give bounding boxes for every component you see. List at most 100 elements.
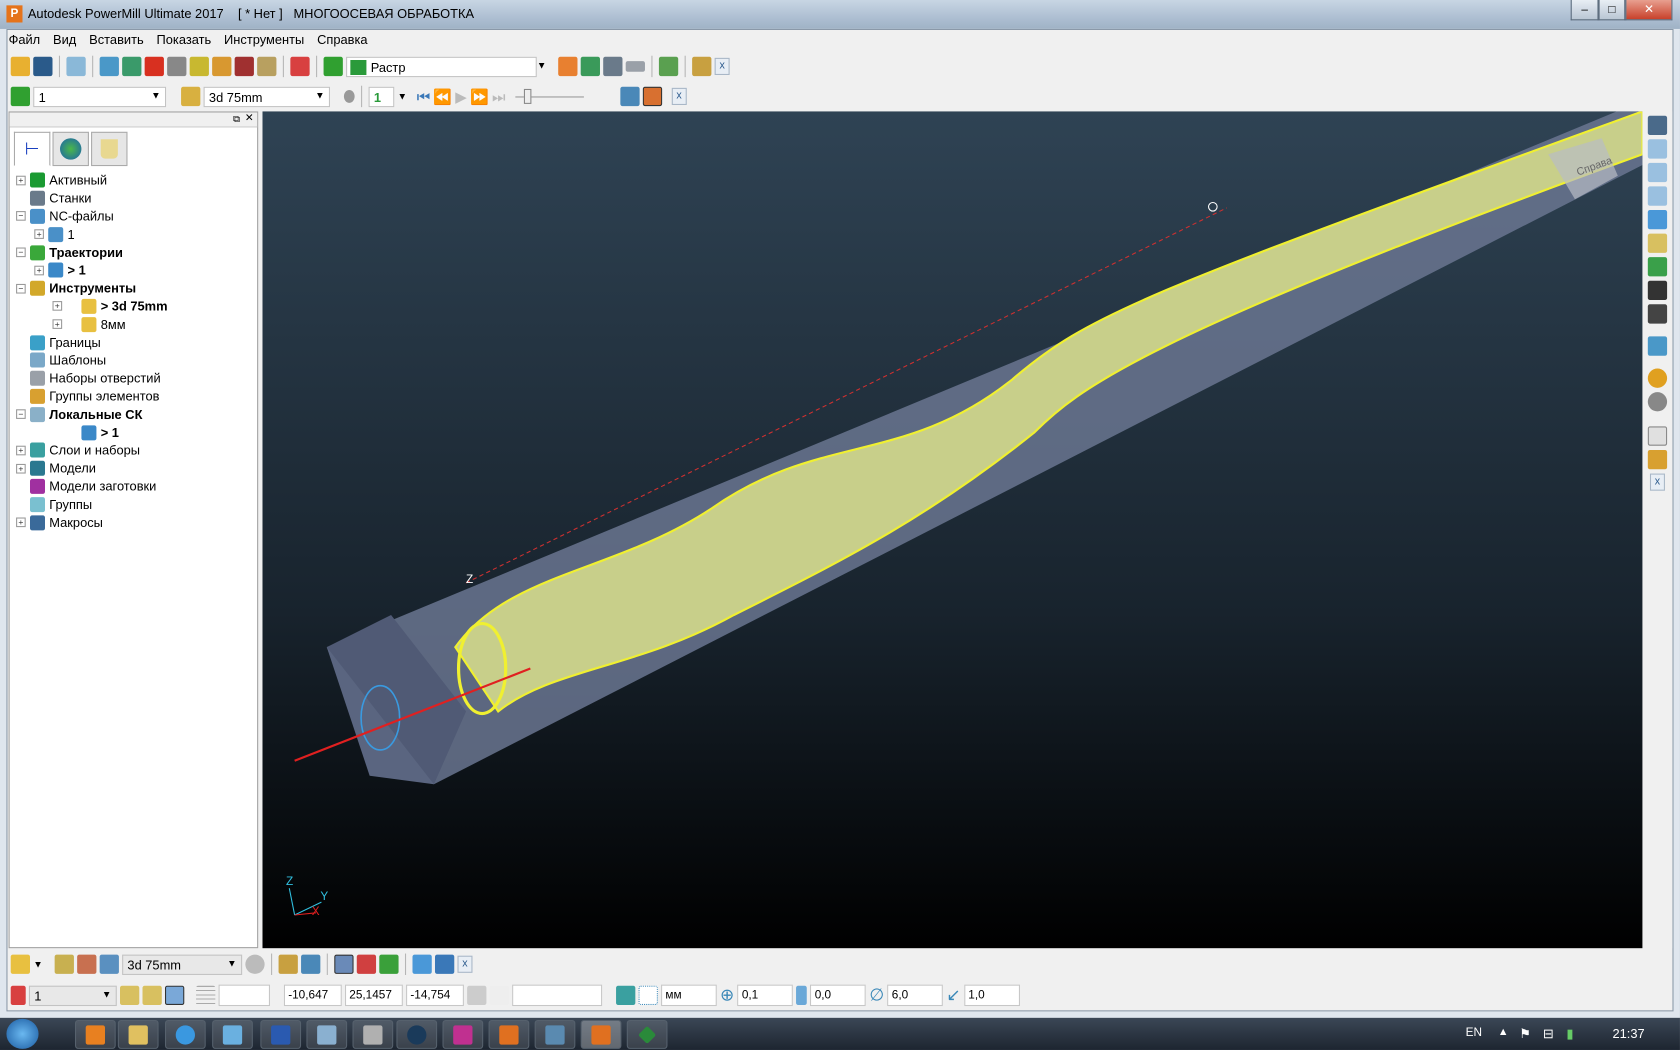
taskbar-calculator[interactable] <box>306 1019 348 1049</box>
network-icon[interactable]: ⊟ <box>1543 1026 1554 1041</box>
simulation-mode-icon[interactable] <box>642 86 662 107</box>
zoom-icon[interactable] <box>1647 233 1668 253</box>
collapse-icon[interactable]: − <box>16 409 26 420</box>
tab-explorer-tree[interactable]: ⊢ <box>13 131 51 167</box>
step-forward-icon[interactable]: ⏩ <box>470 87 489 105</box>
chevron-down-icon[interactable]: ▼ <box>397 91 407 102</box>
stepover-field[interactable]: 1,0 <box>963 984 1020 1007</box>
taskbar-explorer[interactable] <box>117 1019 159 1049</box>
clock[interactable]: 21:37 <box>1612 1026 1644 1041</box>
tree-node[interactable]: Группы <box>16 495 252 513</box>
calculator-icon[interactable] <box>257 56 277 77</box>
maximize-button[interactable]: □ <box>1598 0 1626 21</box>
toolpath-combo[interactable]: 1 ▼ <box>33 86 167 107</box>
taskbar-media-player[interactable] <box>74 1019 116 1049</box>
taskbar-app[interactable] <box>352 1019 394 1049</box>
toolpath-icon[interactable] <box>290 56 310 77</box>
lightbulb-icon[interactable] <box>343 89 355 103</box>
workplane-align-icon[interactable] <box>119 985 140 1005</box>
feature-icon[interactable] <box>234 56 254 77</box>
step-back-icon[interactable]: ⏪ <box>433 87 452 105</box>
close-icon[interactable]: ✕ <box>245 112 254 124</box>
go-start-icon[interactable]: ⏮ <box>417 87 431 105</box>
list-icon[interactable] <box>467 985 487 1005</box>
expand-icon[interactable]: + <box>52 319 63 330</box>
collision-icon[interactable] <box>558 56 578 77</box>
open-icon[interactable] <box>10 56 30 77</box>
speed-slider[interactable] <box>515 88 584 104</box>
taskbar-word[interactable] <box>260 1019 302 1049</box>
ruler-icon[interactable] <box>625 61 645 72</box>
menu-tools[interactable]: Инструменты <box>224 32 304 49</box>
tree-node[interactable]: +8мм <box>16 315 252 333</box>
play-icon[interactable]: ▶ <box>455 87 467 105</box>
zoom-fit-icon[interactable] <box>1647 280 1668 300</box>
tool-type-icon[interactable] <box>10 954 30 974</box>
menu-show[interactable]: Показать <box>157 32 212 49</box>
tree-node[interactable]: Модели заготовки <box>16 477 252 495</box>
expand-icon[interactable]: + <box>16 175 26 186</box>
tool-icon[interactable] <box>167 56 187 77</box>
calc-icon[interactable] <box>603 56 623 77</box>
language-indicator[interactable]: EN <box>1466 1026 1482 1039</box>
expand-icon[interactable]: + <box>16 445 26 456</box>
grid-icon[interactable] <box>196 985 216 1005</box>
view-3d-icon[interactable] <box>1647 209 1668 230</box>
simulation-start-icon[interactable] <box>620 86 640 107</box>
wireframe-icon[interactable] <box>1647 392 1668 412</box>
tool-edit-icon[interactable] <box>278 954 298 974</box>
tree-node[interactable]: > 1 <box>16 423 252 441</box>
step-combo[interactable]: 1 <box>368 86 395 107</box>
workplane-snap-icon[interactable] <box>142 985 162 1005</box>
tree-node[interactable]: Шаблоны <box>16 351 252 369</box>
tree-node[interactable]: − Локальные СК <box>16 405 252 423</box>
expand-icon[interactable]: + <box>16 517 26 528</box>
view-side-icon[interactable] <box>1647 186 1668 206</box>
workplane-combo[interactable]: 1 ▼ <box>28 985 117 1006</box>
tree-node[interactable]: Наборы отверстий <box>16 369 252 387</box>
simulation-icon[interactable] <box>692 56 712 77</box>
go-end-icon[interactable]: ⏭ <box>492 87 506 105</box>
feeds-icon[interactable] <box>144 56 164 77</box>
refresh-icon[interactable] <box>1647 257 1668 277</box>
tool-align-icon[interactable] <box>300 954 321 974</box>
minimize-button[interactable]: – <box>1570 0 1599 21</box>
3d-viewport[interactable]: Справа Z Z Y X <box>262 111 1643 949</box>
expand-icon[interactable]: + <box>34 229 44 240</box>
clear-icon[interactable] <box>434 954 455 974</box>
close-toolbar-icon[interactable]: x <box>1649 473 1665 491</box>
tree-node[interactable]: + Модели <box>16 459 252 477</box>
measure-icon[interactable] <box>412 954 432 974</box>
distance-icon[interactable] <box>489 985 509 1005</box>
expand-icon[interactable]: + <box>16 463 26 474</box>
tree-node[interactable]: +1 <box>16 225 252 243</box>
undo-select-icon[interactable] <box>1647 449 1668 470</box>
chevron-down-icon[interactable]: ▼ <box>33 959 43 970</box>
tree-node[interactable]: − Траектории <box>16 243 252 261</box>
gouge-check-icon[interactable] <box>379 954 399 974</box>
taskbar-ie[interactable] <box>164 1019 206 1049</box>
tree-node[interactable]: + Активный <box>16 171 252 189</box>
taskbar-autodesk[interactable] <box>534 1019 576 1049</box>
zoom-box-icon[interactable] <box>1647 304 1668 324</box>
collapse-icon[interactable]: − <box>16 211 26 222</box>
tray-expand-icon[interactable]: ▲ <box>1498 1026 1509 1038</box>
view-front-icon[interactable] <box>1647 162 1668 183</box>
tree-node[interactable]: + > 1 <box>16 261 252 279</box>
view-iso-icon[interactable] <box>1647 115 1668 135</box>
tool-tip-icon[interactable] <box>99 954 119 974</box>
print-icon[interactable] <box>66 56 86 77</box>
taskbar-abbyy[interactable] <box>442 1019 484 1049</box>
shaded-icon[interactable] <box>1647 368 1668 388</box>
grid-field[interactable] <box>218 984 270 1007</box>
expand-icon[interactable]: + <box>34 265 44 276</box>
close-toolbar-icon[interactable]: x <box>714 57 730 75</box>
panel-header[interactable]: ⧉ ✕ <box>9 112 258 128</box>
model-select-icon[interactable] <box>334 954 354 974</box>
stock-allowance-field[interactable]: 0,0 <box>810 984 867 1007</box>
menu-help[interactable]: Справка <box>317 32 367 49</box>
expand-icon[interactable]: + <box>52 301 63 312</box>
save-icon[interactable] <box>33 56 53 77</box>
tree-node[interactable]: + > 3d 75mm <box>16 297 252 315</box>
tab-web[interactable] <box>52 131 89 167</box>
